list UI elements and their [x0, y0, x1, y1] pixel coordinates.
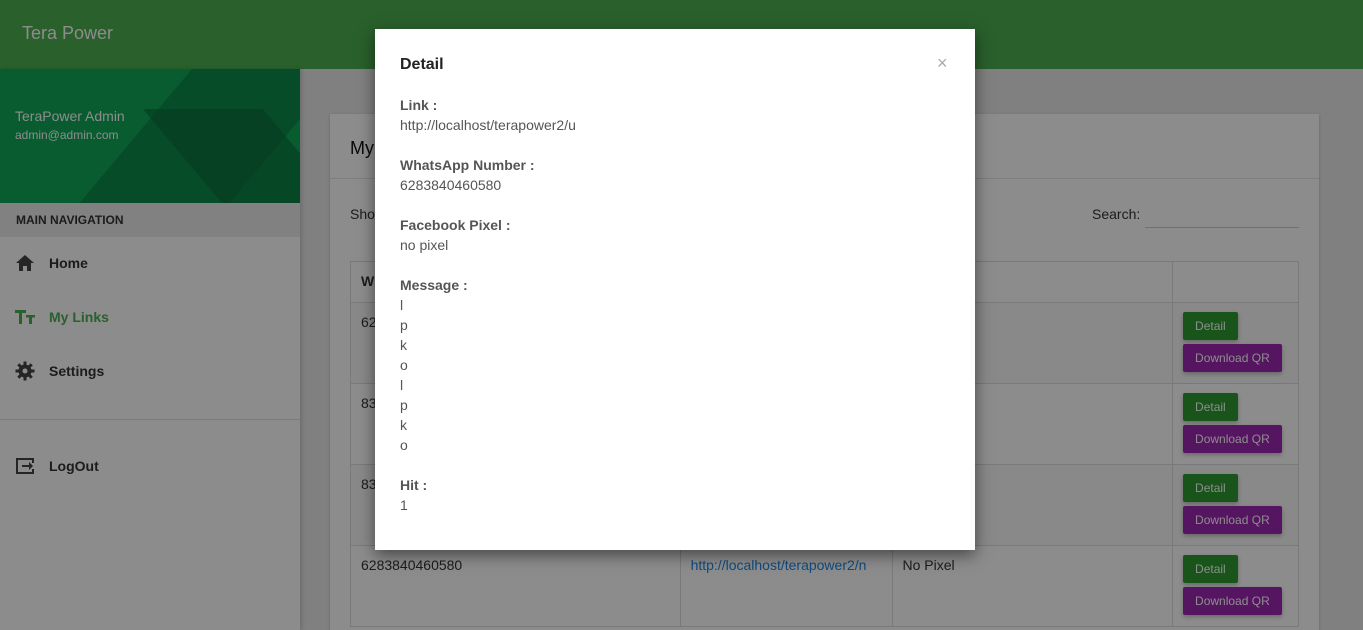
message-field: Message : l p k o l p k o	[400, 275, 468, 455]
pixel-label: Facebook Pixel :	[400, 217, 511, 233]
message-line: p	[400, 317, 408, 333]
modal-title: Detail	[400, 56, 444, 73]
link-field: Link : http://localhost/terapower2/u	[400, 95, 576, 135]
hit-label: Hit :	[400, 477, 428, 493]
message-line: l	[400, 297, 404, 313]
pixel-value: no pixel	[400, 237, 449, 253]
message-line: o	[400, 357, 408, 373]
whatsapp-field: WhatsApp Number : 6283840460580	[400, 155, 535, 195]
message-label: Message :	[400, 277, 468, 293]
detail-modal: Detail × Link : http://localhost/terapow…	[375, 29, 975, 550]
hit-field: Hit : 1	[400, 475, 427, 515]
whatsapp-value: 6283840460580	[400, 177, 502, 193]
message-line: k	[400, 337, 407, 353]
whatsapp-label: WhatsApp Number :	[400, 157, 535, 173]
link-value: http://localhost/terapower2/u	[400, 117, 576, 133]
hit-value: 1	[400, 497, 408, 513]
message-line: l	[400, 377, 404, 393]
message-line: k	[400, 417, 407, 433]
link-label: Link :	[400, 97, 438, 113]
pixel-field: Facebook Pixel : no pixel	[400, 215, 510, 255]
message-line: o	[400, 437, 408, 453]
message-line: p	[400, 397, 408, 413]
close-icon[interactable]: ×	[937, 53, 948, 74]
